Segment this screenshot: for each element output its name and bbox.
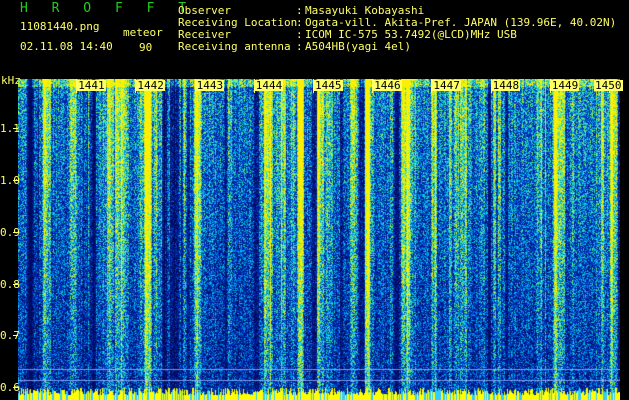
y-tick-mark <box>13 231 18 233</box>
x-tick-label: 1449 <box>550 79 580 92</box>
x-tick-label: 1441 <box>77 79 106 92</box>
x-tick-label: 1447 <box>432 79 461 92</box>
mode-label: meteor <box>123 26 163 39</box>
mode-value: 90 <box>139 41 153 54</box>
y-tick-mark <box>13 387 18 389</box>
app-title: H R O F F T <box>20 1 195 16</box>
x-tick-label: 1450 <box>594 79 623 92</box>
antenna-separator: : <box>296 40 303 53</box>
file-name: 11081440.png <box>20 20 100 33</box>
antenna-key: Receiving antenna <box>178 40 291 53</box>
y-tick-mark <box>13 179 18 181</box>
x-tick-label: 1446 <box>373 79 402 92</box>
x-tick-label: 1444 <box>254 79 284 92</box>
y-tick-mark <box>13 128 18 130</box>
x-tick-label: 1443 <box>195 79 225 92</box>
date-time: 02.11.08 14:40 <box>20 40 113 53</box>
y-tick-mark <box>13 335 18 337</box>
x-tick-label: 1448 <box>491 79 521 92</box>
y-tick-mark <box>13 283 18 285</box>
x-tick-label: 1445 <box>314 79 343 92</box>
spectrogram <box>18 79 620 400</box>
antenna-value: A504HB(yagi 4el) <box>305 40 411 53</box>
x-tick-label: 1442 <box>136 79 165 92</box>
